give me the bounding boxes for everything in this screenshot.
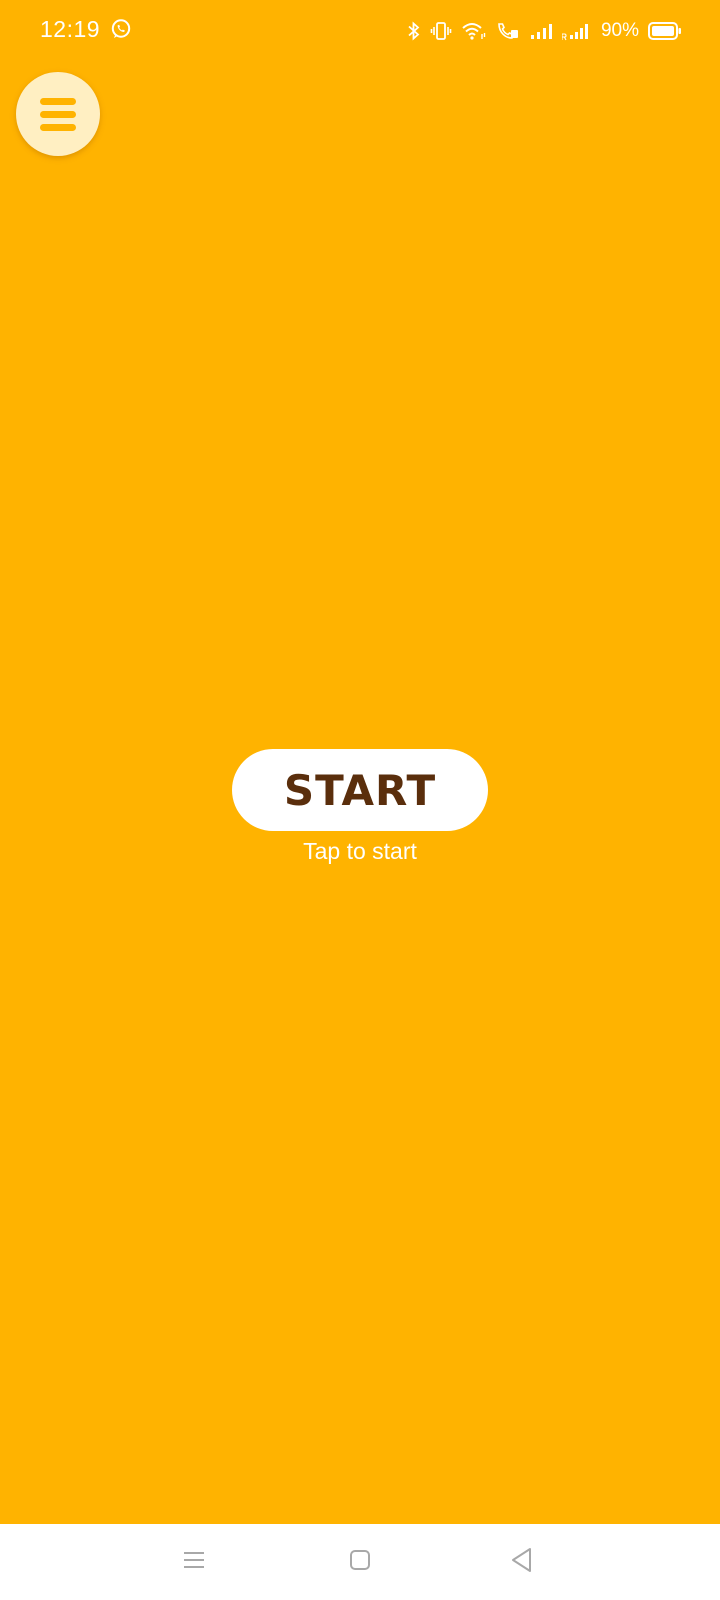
back-icon [510, 1547, 534, 1578]
signal-icon [529, 21, 553, 41]
status-icons: 90% [407, 16, 682, 46]
start-label: START [283, 765, 437, 815]
tap-to-start-hint: Tap to start [303, 838, 417, 864]
hamburger-menu-icon [40, 97, 76, 131]
navigation-bar [0, 1524, 720, 1600]
menu-button[interactable] [16, 72, 100, 156]
volte-call-icon [496, 21, 520, 41]
start-button[interactable]: START [232, 749, 488, 831]
bluetooth-icon [407, 21, 421, 41]
battery-percent: 90% [600, 20, 639, 41]
status-time: 12:19 [40, 16, 101, 42]
wifi-icon [461, 21, 487, 41]
home-icon [348, 1548, 372, 1577]
back-button[interactable] [492, 1524, 552, 1600]
status-bar: 12:19 90% [0, 0, 720, 62]
signal-roaming-icon [561, 21, 592, 41]
recents-button[interactable] [164, 1524, 224, 1600]
home-button[interactable] [330, 1524, 390, 1600]
battery-icon [648, 21, 682, 41]
whatsapp-icon [110, 18, 132, 40]
recents-icon [182, 1550, 206, 1575]
vibrate-icon [430, 21, 452, 41]
